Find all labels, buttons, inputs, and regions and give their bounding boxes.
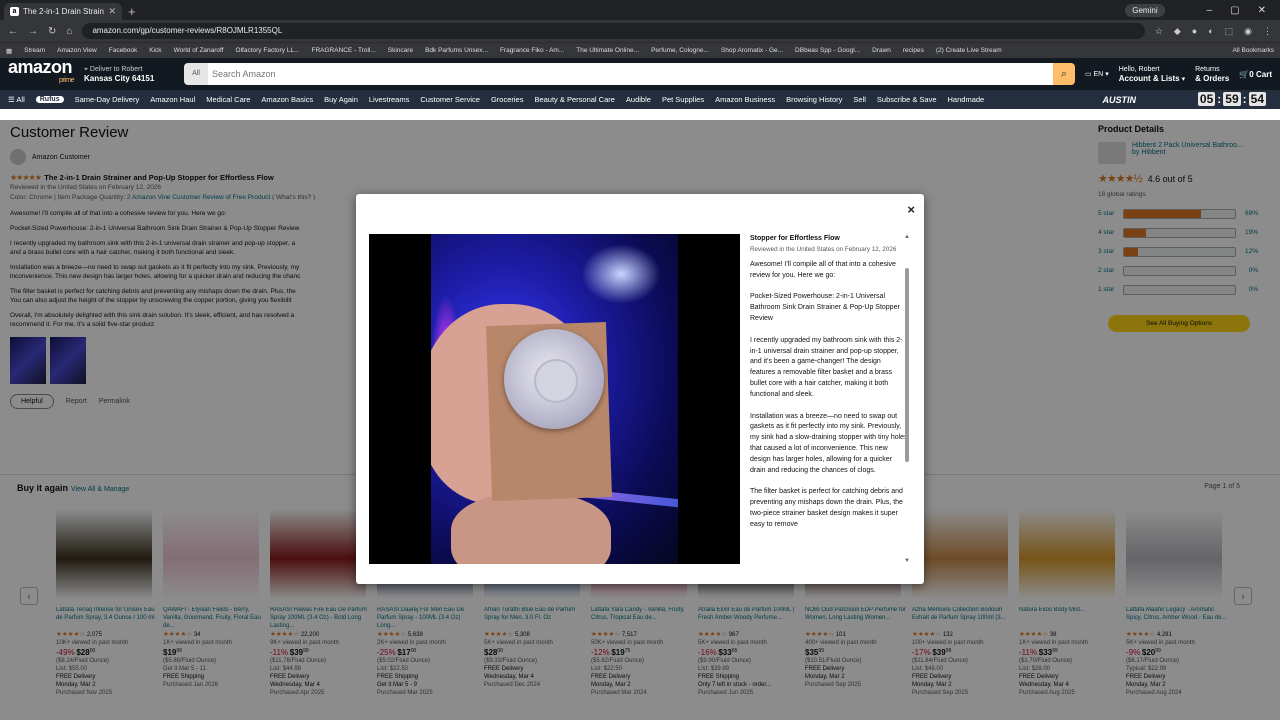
- bookmark-item[interactable]: Skincare: [388, 47, 413, 54]
- nav-item[interactable]: Audible: [626, 95, 651, 104]
- nav-item[interactable]: Groceries: [491, 95, 524, 104]
- search-category-select[interactable]: All: [184, 63, 208, 85]
- scroll-down-icon[interactable]: ▼: [904, 558, 910, 564]
- cart-button[interactable]: 🛒0 Cart: [1239, 70, 1272, 79]
- url-field[interactable]: amazon.com/gp/customer-reviews/R8OJMLR13…: [82, 23, 1145, 39]
- nav-item[interactable]: Amazon Basics: [261, 95, 313, 104]
- bookmark-item[interactable]: Drawn: [872, 47, 891, 54]
- bookmark-item[interactable]: The Ultimate Online...: [576, 47, 639, 54]
- nav-item[interactable]: Same-Day Delivery: [75, 95, 140, 104]
- extension-icon[interactable]: ●: [1192, 26, 1197, 37]
- nav-item[interactable]: Beauty & Personal Care: [534, 95, 614, 104]
- modal-paragraph: Installation was a breeze—no need to swa…: [750, 412, 908, 474]
- extensions-puzzle-icon[interactable]: ⬚: [1225, 26, 1234, 37]
- bookmark-item[interactable]: Olfactory Factory LL...: [236, 47, 300, 54]
- bookmark-item[interactable]: Kick: [149, 47, 161, 54]
- amazon-header: amazon prime ⌖ Deliver to Robert Kansas Ci…: [0, 58, 1280, 90]
- bookmark-item[interactable]: Perfume, Cologne...: [651, 47, 709, 54]
- review-image-modal: × Stopper for Effortless Flow Reviewed i…: [356, 194, 924, 584]
- search-icon[interactable]: ⌕: [1052, 63, 1075, 85]
- countdown-timer: 05: 59: 54: [1197, 92, 1266, 106]
- nav-item[interactable]: Amazon Haul: [150, 95, 195, 104]
- modal-paragraph: I recently upgraded my bathroom sink wit…: [750, 336, 903, 398]
- bookmark-item[interactable]: Amazon View: [57, 47, 97, 54]
- reload-icon[interactable]: ↻: [48, 26, 56, 37]
- browser-tab[interactable]: a The 2-in-1 Drain Strainer and P ✕: [4, 3, 122, 20]
- address-bar-row: ← → ↻ ⌂ amazon.com/gp/customer-reviews/R…: [0, 20, 1280, 42]
- extension-icon[interactable]: ◆: [1174, 26, 1181, 37]
- amazon-favicon-icon: a: [10, 7, 19, 16]
- menu-dots-icon[interactable]: ⋮: [1263, 26, 1272, 37]
- review-image-viewer: [369, 234, 740, 564]
- nav-item[interactable]: Buy Again: [324, 95, 358, 104]
- review-photo: [431, 234, 678, 564]
- bookmarks-bar: ▦ Stream Amazon View Facebook Kick World…: [0, 42, 1280, 58]
- extension-icons: ☆ ◆ ● ◐ ⬚ ◉ ⋮: [1155, 26, 1272, 37]
- back-icon[interactable]: ←: [8, 26, 18, 37]
- close-icon[interactable]: ×: [907, 202, 915, 217]
- promo-banner[interactable]: AUSTIN: [1103, 95, 1137, 105]
- bookmark-item[interactable]: (2) Create Live Stream: [936, 47, 1002, 54]
- language-select[interactable]: ▭ EN ▾: [1085, 70, 1109, 79]
- bookmark-item[interactable]: World of Zanaroff: [174, 47, 224, 54]
- scroll-up-icon[interactable]: ▲: [904, 234, 910, 240]
- scroll-thumb[interactable]: [905, 268, 909, 462]
- nav-item[interactable]: Medical Care: [206, 95, 250, 104]
- close-tab-icon[interactable]: ✕: [108, 6, 116, 17]
- modal-paragraph: Pocket-Sized Powerhouse: 2-in-1 Universa…: [750, 293, 900, 322]
- hamburger-menu[interactable]: ☰ All: [8, 95, 25, 104]
- modal-scrollbar[interactable]: ▲ ▼: [904, 234, 910, 564]
- new-tab-button[interactable]: +: [128, 3, 136, 20]
- modal-paragraph: The filter basket is perfect for catchin…: [750, 488, 903, 528]
- account-menu[interactable]: Hello, Robert Account & Lists ▾: [1119, 65, 1185, 84]
- minimize-icon[interactable]: –: [1207, 5, 1213, 16]
- modal-paragraph: Awesome! I'll compile all of that into a…: [750, 260, 896, 279]
- nav-item[interactable]: Pet Supplies: [662, 95, 704, 104]
- search-bar: All ⌕: [184, 63, 1075, 85]
- apps-icon[interactable]: ▦: [6, 47, 12, 55]
- nav-item[interactable]: Customer Service: [420, 95, 480, 104]
- extension-icon[interactable]: ◐: [1208, 26, 1213, 37]
- nav-item[interactable]: Livestreams: [369, 95, 409, 104]
- search-input[interactable]: [208, 63, 1053, 85]
- nav-item[interactable]: Subscribe & Save: [877, 95, 937, 104]
- bookmark-item[interactable]: recipes: [903, 47, 924, 54]
- home-icon[interactable]: ⌂: [66, 26, 72, 37]
- modal-review-text: Stopper for Effortless Flow Reviewed in …: [750, 234, 908, 564]
- modal-review-title: Stopper for Effortless Flow: [750, 235, 840, 242]
- window-controls: Gemini – ▢ ✕: [1125, 0, 1280, 20]
- rufus-button[interactable]: Rufus: [35, 96, 64, 103]
- cart-icon: 🛒: [1239, 69, 1250, 79]
- location-pin-icon: ⌖: [84, 65, 88, 73]
- bookmark-item[interactable]: Bdk Parfums Unsex...: [425, 47, 488, 54]
- nav-item[interactable]: Handmade: [948, 95, 985, 104]
- all-bookmarks[interactable]: All Bookmarks: [1232, 47, 1274, 54]
- modal-review-date: Reviewed in the United States on Februar…: [750, 245, 897, 253]
- returns-orders[interactable]: Returns & Orders: [1195, 65, 1229, 84]
- nav-item[interactable]: Sell: [853, 95, 866, 104]
- amazon-logo[interactable]: amazon prime: [8, 58, 75, 88]
- gemini-button[interactable]: Gemini: [1125, 3, 1165, 17]
- browser-tab-bar: a The 2-in-1 Drain Strainer and P ✕ + Ge…: [0, 0, 1280, 20]
- bookmark-star-icon[interactable]: ☆: [1155, 26, 1163, 37]
- forward-icon[interactable]: →: [28, 26, 38, 37]
- bookmark-item[interactable]: Stream: [24, 47, 45, 54]
- close-window-icon[interactable]: ✕: [1258, 5, 1266, 16]
- us-flag-icon: ▭: [1084, 70, 1092, 78]
- maximize-icon[interactable]: ▢: [1230, 5, 1239, 16]
- bookmark-item[interactable]: Shop Aromatix - Ge...: [721, 47, 783, 54]
- main-nav: ☰ All Rufus Same-Day Delivery Amazon Hau…: [0, 90, 1280, 109]
- bookmark-item[interactable]: Fragrance Fiko - Am...: [500, 47, 564, 54]
- bookmark-item[interactable]: DBbeas Spp - Googl...: [795, 47, 860, 54]
- bookmark-item[interactable]: FRAGRANCE - Troll...: [311, 47, 375, 54]
- nav-item[interactable]: Browsing History: [786, 95, 842, 104]
- deliver-to[interactable]: ⌖ Deliver to Robert Kansas City 64151: [84, 65, 174, 84]
- tab-title: The 2-in-1 Drain Strainer and P: [23, 7, 104, 16]
- bookmark-item[interactable]: Facebook: [109, 47, 138, 54]
- profile-icon[interactable]: ◉: [1244, 26, 1252, 37]
- nav-item[interactable]: Amazon Business: [715, 95, 775, 104]
